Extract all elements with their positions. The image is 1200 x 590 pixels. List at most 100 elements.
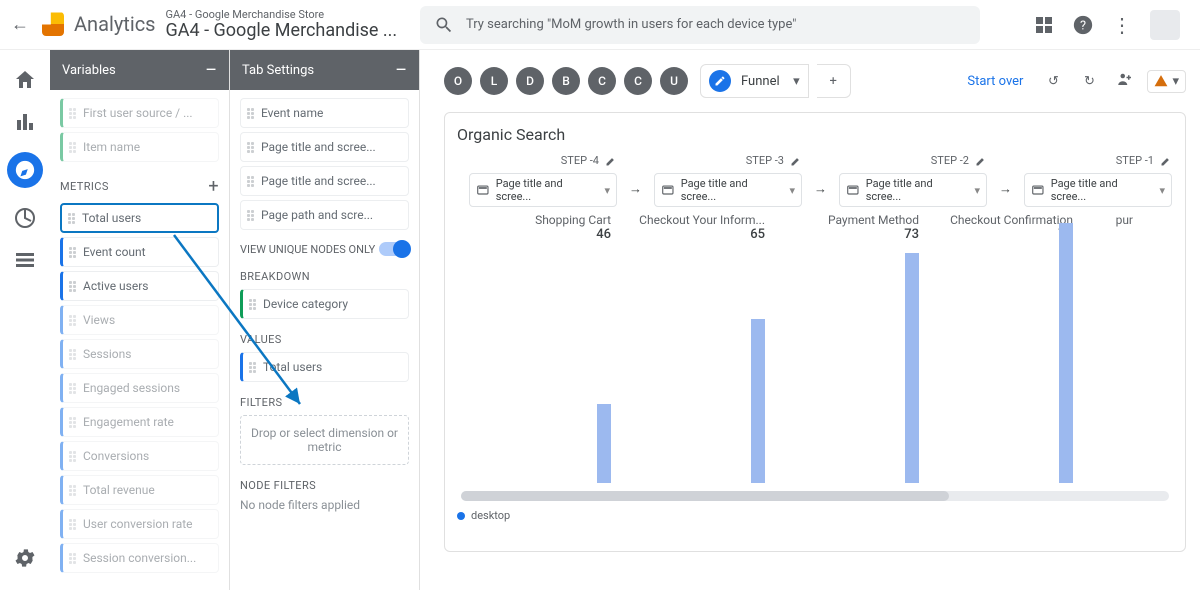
node-chip[interactable]: Page title and scree... [240,132,409,162]
help-icon[interactable]: ? [1072,14,1094,36]
home-icon[interactable] [13,68,37,92]
kebab-icon[interactable]: ⋮ [1112,13,1132,37]
dimension-chip[interactable]: Item name [60,132,219,162]
advertising-icon[interactable] [13,206,37,230]
metric-chip[interactable]: Sessions [60,339,219,369]
breakdown-value: Device category [263,297,348,311]
product-name: Analytics [74,12,156,36]
start-over-link[interactable]: Start over [967,74,1023,89]
chart-bar [751,319,765,483]
step-arrow-icon: → [629,154,642,207]
tab-caret-icon: ▾ [793,74,800,89]
undo-icon[interactable]: ↺ [1043,74,1063,89]
segment-circle[interactable]: D [516,67,544,95]
segment-circle[interactable]: L [480,67,508,95]
back-arrow-icon[interactable]: ← [8,14,32,35]
node-label: Page path and scre... [261,208,373,222]
tabsettings-title: Tab Settings [242,63,314,78]
segment-circle[interactable]: C [624,67,652,95]
metric-label: User conversion rate [83,517,193,531]
property-title[interactable]: GA4 - Google Merchandise ... [166,21,398,41]
add-tab-button[interactable]: + [817,64,851,98]
metric-chip[interactable]: User conversion rate [60,509,219,539]
chart-title: Organic Search [457,125,1173,144]
step-label: STEP -4 [561,154,599,167]
step-arrow-icon: → [999,154,1012,207]
metric-label: Sessions [83,347,131,361]
share-icon[interactable] [1115,70,1135,92]
values-chip[interactable]: Total users [240,352,409,382]
step-chip[interactable]: Page title and scree...▾ [469,173,617,207]
step-chip[interactable]: Page title and scree...▾ [1024,173,1172,207]
dimension-chip[interactable]: First user source / ... [60,98,219,128]
filters-dropzone[interactable]: Drop or select dimension or metric [240,415,409,465]
collapse-tabsettings-icon[interactable]: – [395,60,407,81]
step-type: Page title and scree... [496,177,599,203]
add-metric-icon[interactable]: + [208,176,219,197]
metric-label: Engaged sessions [83,381,180,395]
metric-chip[interactable]: Active users [60,271,219,301]
metric-label: Total revenue [83,483,155,497]
redo-icon[interactable]: ↻ [1079,74,1099,89]
segment-circle[interactable]: C [588,67,616,95]
configure-icon[interactable] [13,248,37,272]
node-filters-hint: No node filters applied [240,498,409,512]
collapse-variables-icon[interactable]: – [205,60,217,81]
analytics-logo [42,12,64,36]
step-label: STEP -2 [931,154,969,167]
tab-label: Funnel [741,74,780,89]
metric-chip[interactable]: Engaged sessions [60,373,219,403]
step-arrow-icon: → [814,154,827,207]
svg-text:?: ? [1080,18,1086,33]
values-value: Total users [263,360,322,374]
search-placeholder: Try searching "MoM growth in users for e… [466,17,796,32]
metric-chip[interactable]: Total users [60,203,219,233]
chart-category-label: Shopping Cart [457,213,611,227]
metric-label: Total users [82,211,141,225]
metric-chip[interactable]: Views [60,305,219,335]
metric-chip[interactable]: Total revenue [60,475,219,505]
step-chip[interactable]: Page title and scree...▾ [654,173,802,207]
segment-circle[interactable]: O [444,67,472,95]
apps-icon[interactable] [1036,17,1054,33]
tab-funnel[interactable]: Funnel ▾ [700,64,809,98]
chart-category-label: Payment Method [765,213,919,227]
chart-value-label: 65 [611,227,765,242]
unique-nodes-toggle[interactable] [379,242,409,256]
property-breadcrumb[interactable]: GA4 - Google Merchandise Store [166,9,398,21]
segment-circle[interactable]: B [552,67,580,95]
unique-nodes-label: VIEW UNIQUE NODES ONLY [240,243,375,256]
step-label: STEP -1 [1116,154,1154,167]
segment-circle[interactable]: U [660,67,688,95]
metric-label: Session conversion... [83,551,196,565]
chart-value-label: 46 [457,227,611,242]
metric-chip[interactable]: Session conversion... [60,543,219,573]
breakdown-chip[interactable]: Device category [240,289,409,319]
step-chip[interactable]: Page title and scree...▾ [839,173,987,207]
metric-label: Conversions [83,449,149,463]
avatar[interactable] [1150,10,1180,40]
metrics-section-label: METRICS [60,180,109,193]
step-label: STEP -3 [746,154,784,167]
chart-h-scrollbar[interactable] [461,491,1169,501]
search-box[interactable]: Try searching "MoM growth in users for e… [420,6,980,44]
node-chip[interactable]: Event name [240,98,409,128]
metric-chip[interactable]: Event count [60,237,219,267]
step-type: Page title and scree... [681,177,784,203]
search-icon [434,15,454,35]
chart-bar [597,404,611,483]
step-type: Page title and scree... [866,177,969,203]
reports-icon[interactable] [13,110,37,134]
warning-pill[interactable]: ▾ [1147,70,1186,93]
chart-value-label: 77 [919,227,1073,242]
explore-icon[interactable] [7,152,43,188]
settings-icon[interactable] [13,546,37,570]
metric-chip[interactable]: Conversions [60,441,219,471]
node-chip[interactable]: Page title and scree... [240,166,409,196]
node-chip[interactable]: Page path and scre... [240,200,409,230]
metric-chip[interactable]: Engagement rate [60,407,219,437]
dimension-label: Item name [83,140,140,154]
metric-label: Active users [83,279,148,293]
node-label: Event name [261,106,323,120]
edit-tab-icon [709,70,731,92]
